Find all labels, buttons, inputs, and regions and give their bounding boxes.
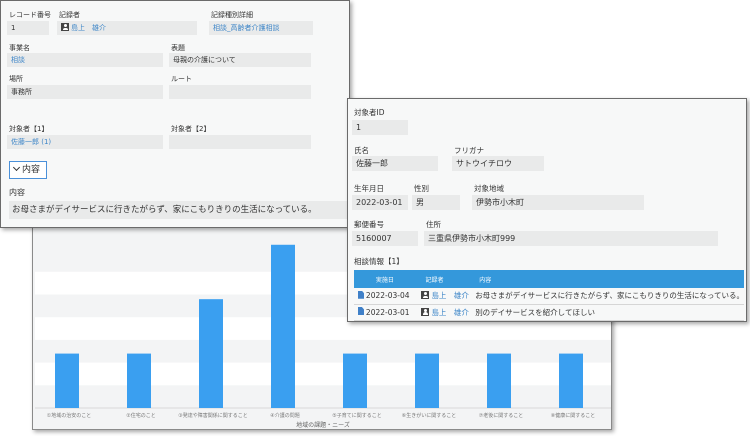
consult-table-title: 相談情報【1】 [354, 257, 404, 266]
recorder-link[interactable]: 島上 雄介 [71, 24, 106, 32]
route-field [169, 85, 311, 99]
title-field: 母親の介護について [169, 53, 311, 67]
subject1-link[interactable]: 佐藤一郎 (1) [7, 135, 163, 149]
subject-id-field: 1 [352, 120, 408, 135]
name-field: 佐藤一郎 [352, 156, 438, 171]
category-label: ①地域の治安のこと [47, 412, 91, 419]
area-link[interactable]: 伊勢市小木町 [472, 195, 644, 210]
gender-label: 性別 [414, 184, 429, 193]
subject2-field [169, 135, 311, 149]
row-recorder-cell: 島上 雄介 [421, 304, 476, 321]
bar-5[interactable] [343, 353, 367, 408]
kana-field: サトウイチロウ [452, 156, 544, 171]
bar-6[interactable] [415, 353, 439, 408]
row-recorder-cell: 島上 雄介 [421, 288, 476, 305]
place-label: 場所 [9, 75, 23, 83]
record-no-field: 1 [7, 21, 49, 35]
title-label: 表題 [171, 44, 185, 52]
route-label: ルート [171, 75, 192, 83]
category-label: ⑤子育てに関すること [332, 412, 381, 419]
content-toggle-button[interactable]: 内容 [9, 161, 47, 179]
birth-label: 生年月日 [354, 184, 384, 193]
category-label: ⑥生きがいに関すること [402, 412, 456, 419]
row-date: 2022-03-01 [365, 304, 422, 321]
table-header-recorder: 記録者 [421, 270, 476, 288]
address-field: 三重県伊勢市小木町999 [424, 231, 718, 246]
table-header-date: 実施日 [365, 270, 422, 288]
row-doc-cell[interactable] [354, 304, 366, 321]
bar-2[interactable] [127, 353, 151, 408]
name-label: 氏名 [354, 146, 369, 155]
bar-3[interactable] [199, 299, 223, 408]
row-date: 2022-03-04 [365, 288, 422, 305]
content-label: 内容 [9, 188, 25, 197]
subject1-label: 対象者【1】 [9, 125, 49, 133]
category-label: ⑦老後に関すること [479, 412, 523, 419]
birth-field: 2022-03-01 [352, 195, 408, 210]
user-icon [421, 307, 430, 316]
x-axis-title: 地域の課題・ニーズ [296, 421, 350, 429]
row-doc-cell[interactable] [354, 288, 366, 305]
grid-band [35, 362, 611, 386]
user-icon [421, 291, 430, 300]
table-row[interactable]: 2022-03-04 島上 雄介 お母さまがデイサービスに行きたがらず、家にこも… [354, 288, 744, 305]
kana-label: フリガナ [454, 146, 484, 155]
recorder-field: 島上 雄介 [57, 21, 197, 35]
table-row[interactable]: 2022-03-01 島上 雄介 別のデイサービスを紹介してほしい [354, 304, 744, 321]
user-icon [61, 23, 69, 31]
subject-panel: 対象者ID 1 氏名 佐藤一郎 フリガナ サトウイチロウ 生年月日 2022-0… [347, 98, 747, 322]
area-label: 対象地域 [474, 184, 504, 193]
row-recorder-link[interactable]: 島上 雄介 [431, 308, 469, 317]
recorder-label: 記録者 [59, 11, 80, 19]
place-field: 事務所 [7, 85, 163, 99]
zip-field: 5160007 [352, 231, 418, 246]
business-label: 事業名 [9, 44, 30, 52]
document-icon[interactable] [358, 290, 364, 299]
table-header-row: 実施日 記録者 内容 [354, 270, 744, 288]
row-content: お母さまがデイサービスに行きたがらず、家にこもりきりの生活になっている。 [475, 288, 744, 305]
category-label: ④介護の問題 [270, 412, 299, 419]
category-label: ③発達や障害関係に関すること [178, 412, 247, 419]
bar-8[interactable] [559, 353, 583, 408]
subject2-label: 対象者【2】 [171, 125, 211, 133]
chevron-down-icon [12, 163, 21, 172]
record-no-label: レコード番号 [9, 11, 51, 19]
bar-1[interactable] [55, 353, 79, 408]
record-type-link[interactable]: 相談_高齢者介護相談 [209, 21, 313, 35]
content-field: お母さまがデイサービスに行きたがらず、家にこもりきりの生活になっている。 [9, 201, 347, 219]
business-link[interactable]: 相談 [7, 53, 163, 67]
subject-id-label: 対象者ID [354, 108, 385, 117]
row-content: 別のデイサービスを紹介してほしい [475, 304, 744, 321]
record-panel: レコード番号 1 記録者 島上 雄介 記録種別詳細 相談_高齢者介護相談 事業名… [0, 0, 350, 228]
table-header-spacer [354, 270, 366, 288]
zip-label: 郵便番号 [354, 220, 384, 229]
bar-7[interactable] [487, 353, 511, 408]
gender-field: 男 [412, 195, 460, 210]
category-label: ②住宅のこと [126, 412, 155, 419]
content-toggle-label: 内容 [22, 165, 41, 175]
category-label: ⑧健康に関すること [551, 412, 595, 419]
row-recorder-link[interactable]: 島上 雄介 [431, 291, 469, 300]
bar-4[interactable] [271, 244, 295, 408]
address-label: 住所 [426, 220, 441, 229]
table-header-content: 内容 [475, 270, 744, 288]
consult-table: 実施日 記録者 内容 2022-03-04 島上 雄介 お母さまがデイサービスに… [354, 270, 744, 321]
document-icon[interactable] [358, 307, 364, 315]
record-type-label: 記録種別詳細 [211, 11, 253, 19]
